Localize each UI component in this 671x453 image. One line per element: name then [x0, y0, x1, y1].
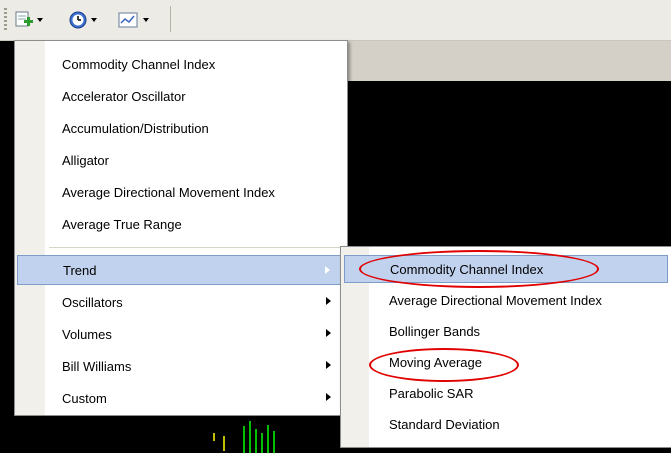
menu-item-label: Trend: [63, 262, 97, 278]
chevron-down-icon: [143, 18, 149, 22]
submenu-item-label: Bollinger Bands: [389, 323, 481, 339]
chevron-right-icon: [325, 266, 330, 274]
menu-item-alligator[interactable]: Alligator: [17, 145, 345, 175]
submenu-item-standard-deviation[interactable]: Standard Deviation: [344, 410, 668, 438]
menu-item-oscillators[interactable]: Oscillators: [17, 287, 345, 317]
menu-item-label: Accelerator Oscillator: [62, 88, 186, 104]
menu-item-label: Average True Range: [62, 216, 182, 232]
indicators-menu: Commodity Channel Index Accelerator Osci…: [14, 40, 348, 416]
indicators-button[interactable]: [14, 6, 43, 34]
chart-header-band: [340, 41, 671, 81]
templates-chart-icon: [118, 12, 138, 28]
menu-item-label: Volumes: [62, 326, 112, 342]
menu-item-label: Custom: [62, 390, 107, 406]
menu-item-label: Alligator: [62, 152, 109, 168]
menu-item-label: Oscillators: [62, 294, 123, 310]
menu-item-trend[interactable]: Trend: [17, 255, 345, 285]
submenu-item-bollinger-bands[interactable]: Bollinger Bands: [344, 317, 668, 345]
indicators-add-icon: [15, 11, 33, 27]
templates-button[interactable]: [118, 6, 149, 34]
submenu-item-parabolic-sar[interactable]: Parabolic SAR: [344, 379, 668, 407]
toolbar-separator: [170, 6, 171, 32]
menu-item-custom[interactable]: Custom: [17, 383, 345, 413]
menu-item-label: Accumulation/Distribution: [62, 120, 209, 136]
submenu-item-label: Standard Deviation: [389, 416, 500, 432]
menu-item-accelerator-oscillator[interactable]: Accelerator Oscillator: [17, 81, 345, 111]
toolbar-grip[interactable]: [4, 8, 7, 32]
chevron-right-icon: [326, 361, 331, 369]
menu-item-accumulation-distribution[interactable]: Accumulation/Distribution: [17, 113, 345, 143]
menu-item-label: Average Directional Movement Index: [62, 184, 275, 200]
annotation-circle-moving-average: [369, 348, 519, 382]
menu-item-average-true-range[interactable]: Average True Range: [17, 209, 345, 239]
submenu-item-average-directional-movement-index[interactable]: Average Directional Movement Index: [344, 286, 668, 314]
menu-item-commodity-channel-index[interactable]: Commodity Channel Index: [17, 49, 345, 79]
menu-item-volumes[interactable]: Volumes: [17, 319, 345, 349]
menu-item-bill-williams[interactable]: Bill Williams: [17, 351, 345, 381]
chevron-down-icon: [91, 18, 97, 22]
toolbar: [0, 0, 671, 41]
menu-item-label: Bill Williams: [62, 358, 132, 374]
chevron-right-icon: [326, 329, 331, 337]
submenu-item-label: Parabolic SAR: [389, 385, 474, 401]
chevron-down-icon: [37, 18, 43, 22]
menu-item-label: Commodity Channel Index: [62, 56, 216, 72]
periodicity-clock-icon: [69, 11, 87, 29]
menu-item-average-directional-movement-index[interactable]: Average Directional Movement Index: [17, 177, 345, 207]
chevron-right-icon: [326, 393, 331, 401]
periodicity-button[interactable]: [68, 6, 97, 34]
menu-separator: [49, 247, 343, 248]
chevron-right-icon: [326, 297, 331, 305]
submenu-item-label: Average Directional Movement Index: [389, 292, 602, 308]
annotation-circle-commodity-channel-index: [359, 250, 599, 288]
